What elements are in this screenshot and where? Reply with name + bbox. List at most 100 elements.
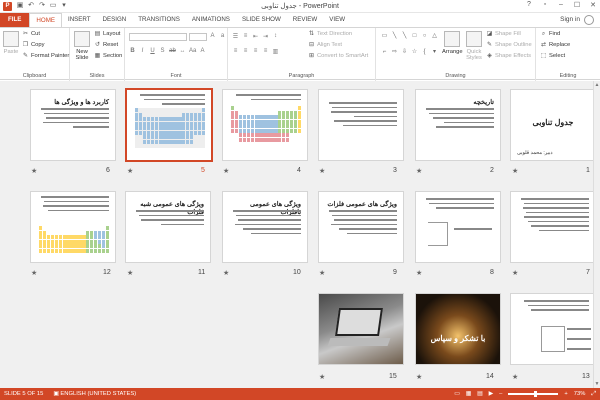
tab-animations[interactable]: ANIMATIONS: [186, 13, 236, 27]
scroll-up-icon[interactable]: ▲: [594, 82, 600, 88]
vertical-scrollbar[interactable]: ▲ ▼: [593, 81, 600, 388]
tab-insert[interactable]: INSERT: [62, 13, 97, 27]
help-icon[interactable]: ?: [524, 1, 534, 9]
tab-slide-show[interactable]: SLIDE SHOW: [236, 13, 287, 27]
zoom-in-icon[interactable]: +: [564, 388, 567, 400]
slide-thumb-14[interactable]: با تشکر و سپاس: [415, 293, 501, 365]
tab-home[interactable]: HOME: [29, 13, 62, 27]
tab-review[interactable]: REVIEW: [287, 13, 323, 27]
select-button[interactable]: ⬚ Select: [540, 53, 565, 59]
transition-star-icon-4[interactable]: ★: [223, 167, 229, 175]
shape-effects-button[interactable]: ◈ Shape Effects: [486, 53, 531, 59]
zoom-slider-thumb[interactable]: [534, 391, 538, 397]
slide-thumb-13[interactable]: [510, 293, 596, 365]
copy-button[interactable]: ❐ Copy: [22, 42, 45, 48]
line2-shape-icon[interactable]: ╲: [400, 32, 409, 47]
decrease-indent-icon[interactable]: ⇤: [252, 33, 259, 40]
increase-indent-icon[interactable]: ⇥: [262, 33, 269, 40]
brace-shape-icon[interactable]: {: [420, 48, 429, 63]
spacing-icon[interactable]: ↔: [179, 48, 186, 54]
transition-star-icon-10[interactable]: ★: [223, 269, 229, 277]
slide-thumb-10[interactable]: ویژگی های عمومی نافلزات: [222, 191, 308, 263]
triangle-shape-icon[interactable]: △: [430, 32, 439, 47]
font-size-box[interactable]: [189, 33, 207, 41]
fit-slide-icon[interactable]: ⤢: [591, 388, 596, 400]
tab-transitions[interactable]: TRANSITIONS: [132, 13, 186, 27]
transition-star-icon-1[interactable]: ★: [512, 167, 518, 175]
tab-view[interactable]: VIEW: [323, 13, 351, 27]
transition-star-icon-2[interactable]: ★: [416, 167, 422, 175]
slide-sorter-view-icon[interactable]: ▦: [466, 388, 471, 400]
paste-button[interactable]: Paste: [2, 31, 20, 55]
zoom-out-icon[interactable]: –: [499, 388, 502, 400]
convert-smartart-button[interactable]: ⊞ Convert to SmartArt: [308, 53, 368, 59]
slide-thumb-1[interactable]: جدول تناوبی دبیر: محمد قلوبی: [510, 89, 596, 161]
ribbon-display-icon[interactable]: ▫: [540, 1, 550, 9]
justify-icon[interactable]: ≡: [262, 48, 269, 55]
scroll-down-icon[interactable]: ▼: [594, 381, 600, 387]
slide-thumb-15[interactable]: [318, 293, 404, 365]
text-direction-button[interactable]: ⇅ Text Direction: [308, 31, 352, 37]
transition-star-icon-12[interactable]: ★: [31, 269, 37, 277]
slide-thumb-4[interactable]: [222, 89, 308, 161]
oval-shape-icon[interactable]: ○: [420, 32, 429, 47]
font-color-icon[interactable]: A: [199, 48, 206, 54]
language-status[interactable]: ▣ ENGLISH (UNITED STATES): [53, 388, 136, 400]
grow-font-icon[interactable]: A: [209, 33, 216, 39]
shrink-font-icon[interactable]: a: [219, 33, 226, 39]
transition-star-icon-7[interactable]: ★: [512, 269, 518, 277]
down-arrow-shape-icon[interactable]: ⇩: [400, 48, 409, 63]
numbering-icon[interactable]: ≡: [242, 33, 249, 40]
transition-star-icon-6[interactable]: ★: [31, 167, 37, 175]
section-button[interactable]: ▦ Section: [94, 53, 123, 59]
transition-star-icon-8[interactable]: ★: [416, 269, 422, 277]
align-left-icon[interactable]: ≡: [232, 48, 239, 55]
slideshow-view-icon[interactable]: ▶: [489, 388, 493, 400]
rect-shape-icon[interactable]: □: [410, 32, 419, 47]
close-button[interactable]: ✕: [588, 1, 598, 9]
slide-thumb-5[interactable]: [125, 88, 213, 162]
line-spacing-icon[interactable]: ↕: [272, 33, 279, 40]
sign-in[interactable]: Sign in: [560, 13, 594, 27]
transition-star-icon-11[interactable]: ★: [127, 269, 133, 277]
slide-thumb-3[interactable]: [318, 89, 404, 161]
line-shape-icon[interactable]: ╲: [390, 32, 399, 47]
find-button[interactable]: ⌕ Find: [540, 31, 560, 37]
tab-design[interactable]: DESIGN: [97, 13, 133, 27]
replace-button[interactable]: ⇄ Replace: [540, 42, 570, 48]
italic-icon[interactable]: I: [139, 48, 146, 54]
shapes-gallery[interactable]: ▭ ╲ ╲ □ ○ △ ⌐ ⇨ ⇩ ☆ { ▾: [380, 32, 440, 62]
slide-thumb-6[interactable]: کاربرد ها و ویژگی ها: [30, 89, 116, 161]
strikethrough-icon[interactable]: ab: [169, 48, 176, 54]
slide-thumb-9[interactable]: ویژگی های عمومی فلزات: [318, 191, 404, 263]
shape-outline-button[interactable]: ✎ Shape Outline: [486, 42, 532, 48]
zoom-level[interactable]: 73%: [574, 388, 586, 400]
transition-star-icon-9[interactable]: ★: [319, 269, 325, 277]
quick-styles-button[interactable]: Quick Styles: [464, 31, 484, 61]
case-icon[interactable]: Aa: [189, 48, 196, 54]
maximize-button[interactable]: ☐: [572, 1, 582, 9]
normal-view-icon[interactable]: ▭: [454, 388, 459, 400]
transition-star-icon-5[interactable]: ★: [127, 167, 133, 175]
layout-button[interactable]: ▤ Layout: [94, 31, 121, 37]
minimize-button[interactable]: –: [556, 1, 566, 9]
underline-icon[interactable]: U: [149, 48, 156, 54]
align-center-icon[interactable]: ≡: [242, 48, 249, 55]
format-painter-button[interactable]: ✎ Format Painter: [22, 53, 69, 59]
textbox-shape-icon[interactable]: ▭: [380, 32, 389, 47]
bullets-icon[interactable]: ☰: [232, 33, 239, 40]
arrow-shape-icon[interactable]: ⇨: [390, 48, 399, 63]
slide-thumb-7[interactable]: [510, 191, 596, 263]
slide-thumb-12[interactable]: [30, 191, 116, 263]
star-shape-icon[interactable]: ☆: [410, 48, 419, 63]
columns-icon[interactable]: ▥: [272, 48, 279, 55]
slide-thumb-11[interactable]: ویژگی های عمومی شبه فلزات: [125, 191, 211, 263]
align-text-button[interactable]: ⊟ Align Text: [308, 42, 342, 48]
shadow-icon[interactable]: S: [159, 48, 166, 54]
more-shapes-icon[interactable]: ▾: [430, 48, 439, 63]
shape-fill-button[interactable]: ◪ Shape Fill: [486, 31, 521, 37]
new-slide-button[interactable]: New Slide: [72, 31, 92, 61]
transition-star-icon-14[interactable]: ★: [416, 373, 422, 381]
arrange-button[interactable]: Arrange: [442, 31, 463, 55]
avatar[interactable]: [584, 15, 594, 25]
